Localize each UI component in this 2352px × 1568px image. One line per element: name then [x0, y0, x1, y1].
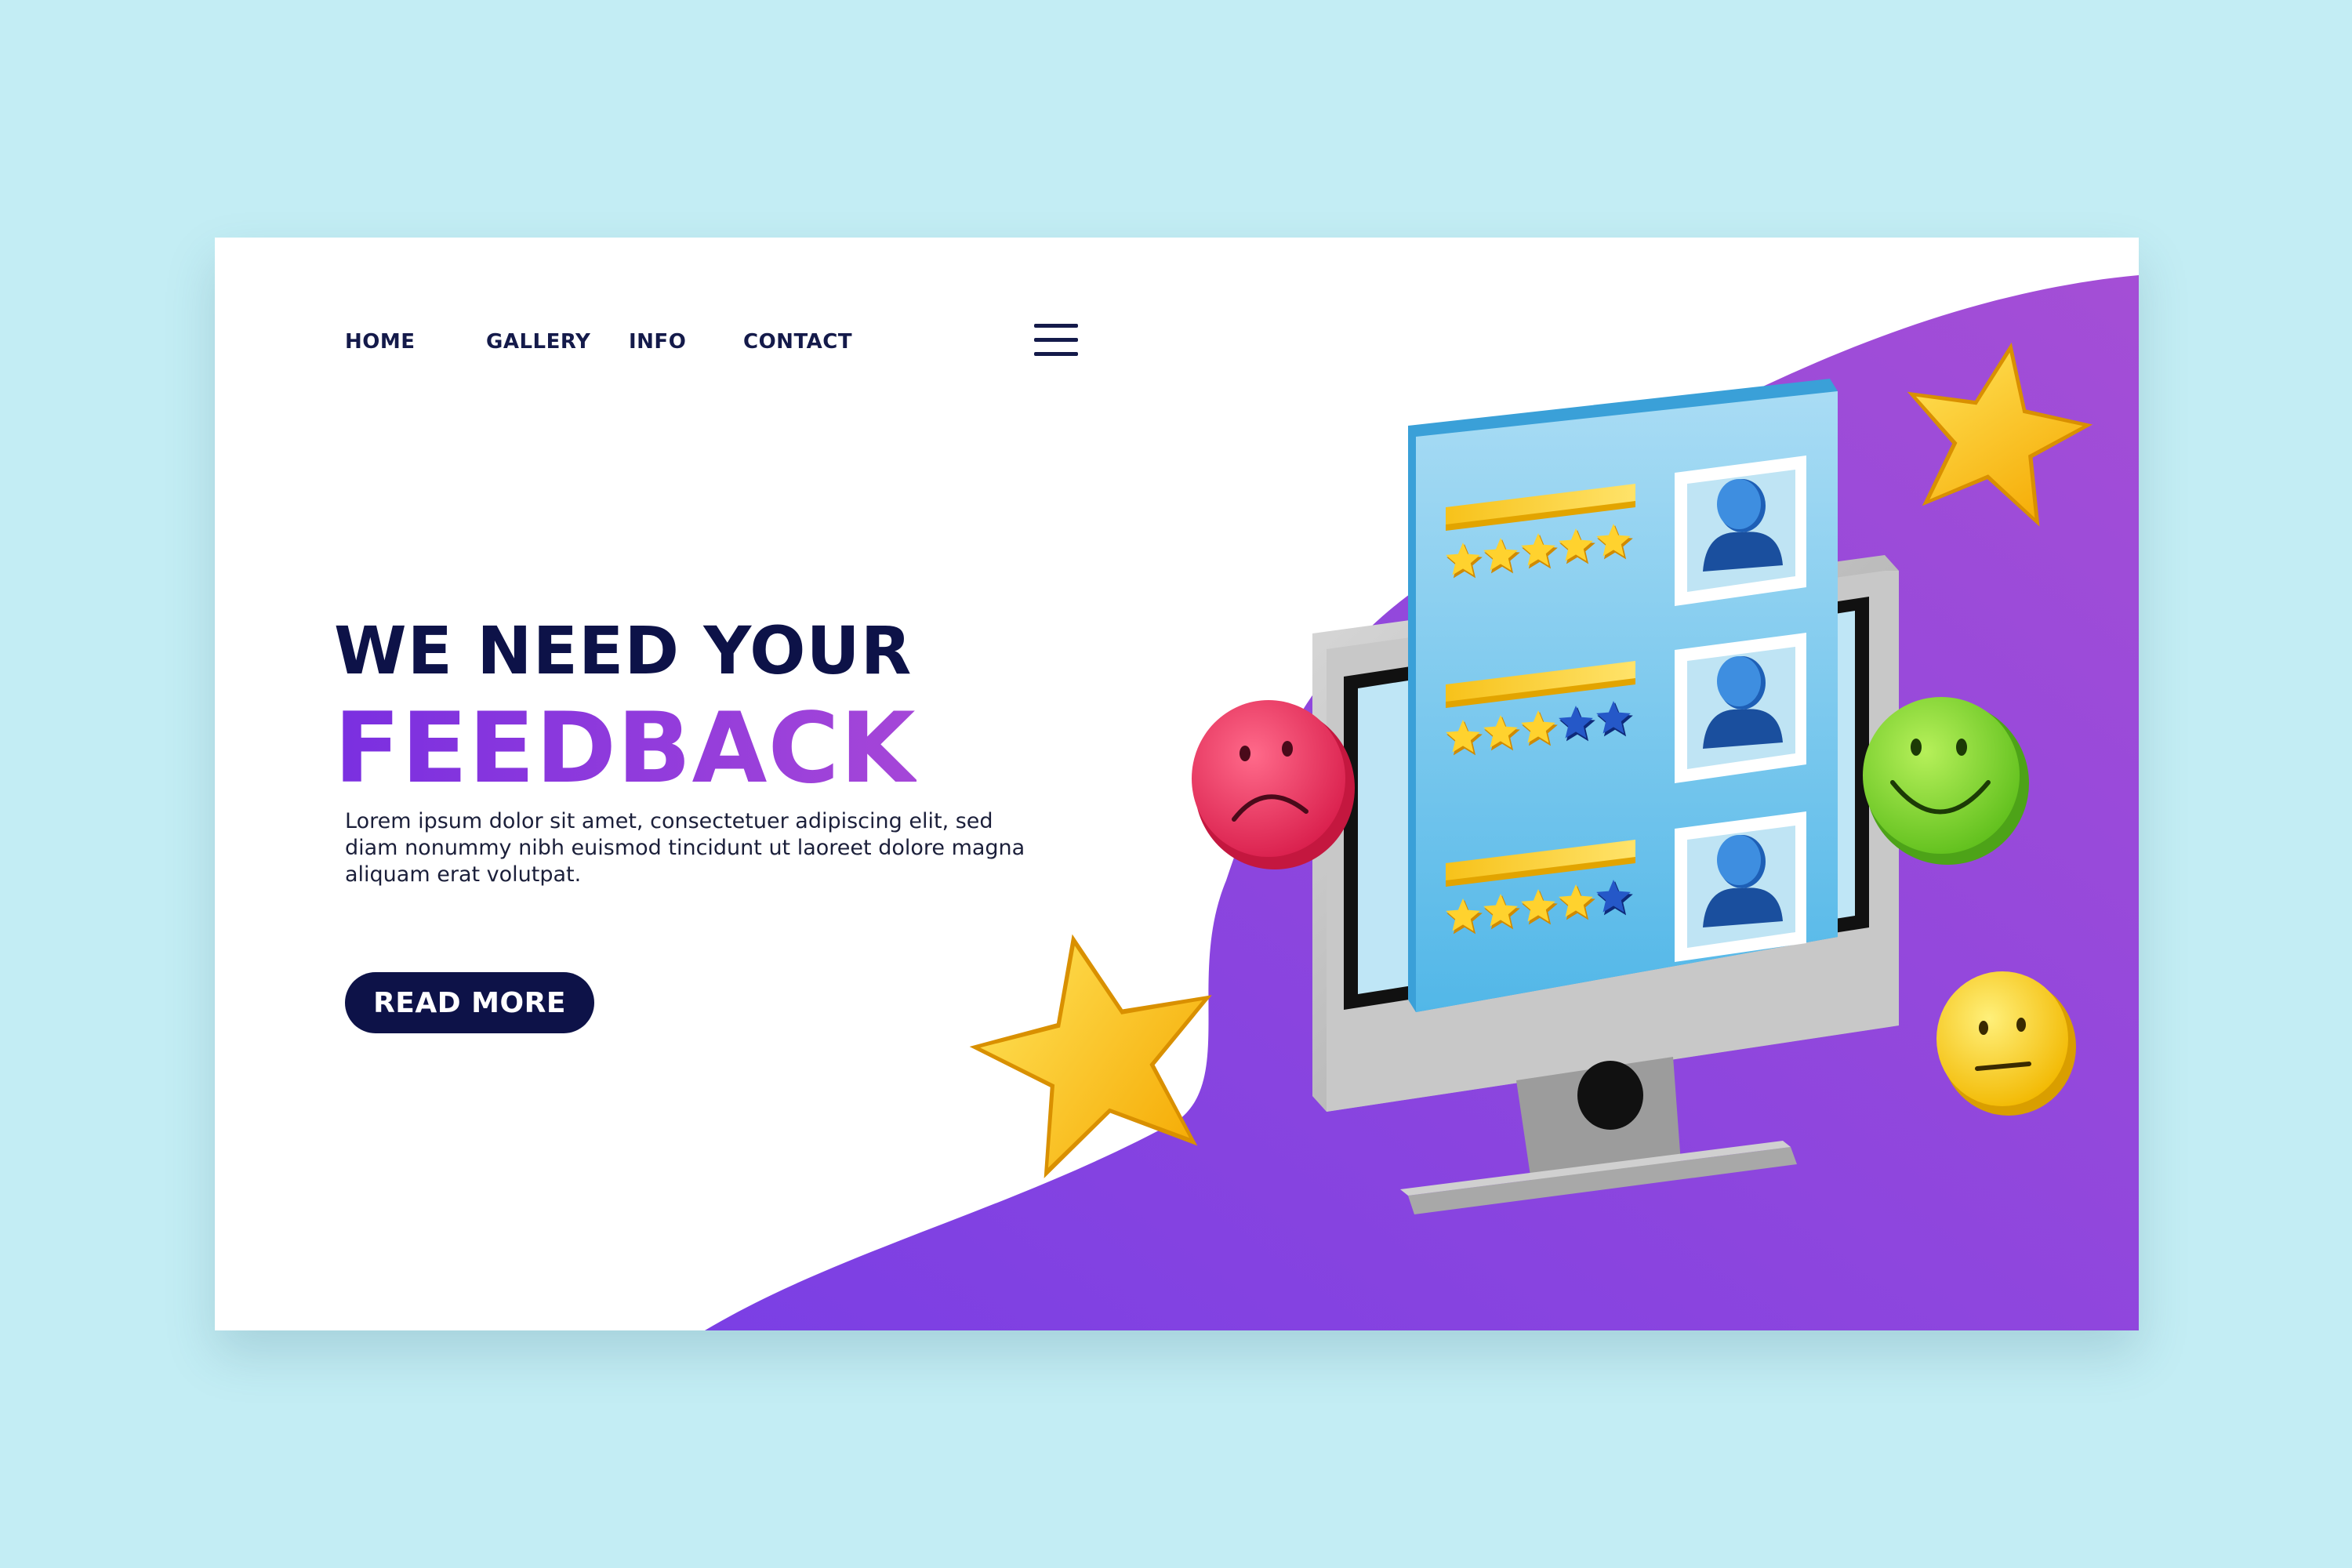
user-avatar-icon — [1675, 633, 1806, 783]
user-avatar-icon — [1675, 811, 1806, 962]
user-avatar-icon — [1675, 456, 1806, 606]
landing-card: HOME GALLERY INFO CONTACT WE NEED YOUR F… — [215, 238, 2139, 1330]
star-icon — [969, 934, 1212, 1178]
neutral-face-icon — [1936, 971, 2076, 1116]
star-icon — [1907, 342, 2093, 527]
feedback-illustration — [969, 342, 2093, 1214]
